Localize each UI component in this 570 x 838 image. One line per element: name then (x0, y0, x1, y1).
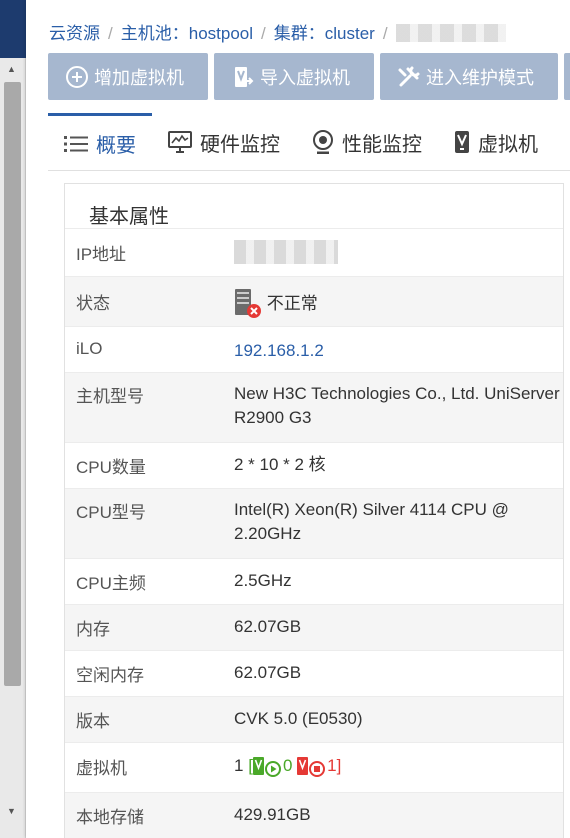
vm-running-icon[interactable] (252, 756, 283, 778)
row-local-storage: 本地存储 429.91GB (65, 792, 563, 838)
row-value: CVK 5.0 (E0530) (234, 709, 363, 728)
vm-stopped-count: 1 (327, 756, 337, 775)
redacted-ip-address (234, 240, 338, 264)
import-vm-label: 导入虚拟机 (260, 67, 350, 88)
add-vm-button[interactable]: 增加虚拟机 (48, 53, 208, 100)
basic-properties-panel: 基本属性 IP地址 状态 不正常 iLO 192.168.1.2 主机型号 Ne… (64, 183, 564, 838)
tab-bar: 概要 硬件监控 性能监控 虚拟机 (48, 113, 570, 171)
maintenance-mode-button[interactable]: 进入维护模式 (380, 53, 558, 100)
tab-hardware-monitor[interactable]: 硬件监控 (152, 113, 296, 171)
tab-summary-label: 概要 (96, 135, 136, 157)
scroll-up-arrow-icon[interactable]: ▲ (7, 64, 16, 74)
breadcrumb-separator: / (261, 24, 266, 43)
row-version: 版本 CVK 5.0 (E0530) (65, 696, 563, 742)
row-key: 版本 (76, 712, 110, 731)
monitor-chart-icon (168, 131, 192, 153)
breadcrumb: 云资源 / 主机池：hostpool / 集群：cluster / (49, 19, 506, 44)
tab-divider (48, 170, 570, 171)
plus-circle-icon (65, 65, 89, 89)
row-ip-address: IP地址 (65, 228, 563, 276)
row-cpu-frequency: CPU主频 2.5GHz (65, 558, 563, 604)
host-detail-page: 云资源 / 主机池：hostpool / 集群：cluster / 增加虚拟机 导入虚拟机… (26, 0, 570, 838)
tab-performance-monitor[interactable]: 性能监控 (296, 113, 438, 171)
row-virtual-machines: 虚拟机 1 [ 0 1] (65, 742, 563, 792)
row-value: 2.5GHz (234, 571, 292, 590)
row-status: 状态 不正常 (65, 276, 563, 326)
tab-virtual-machines[interactable]: 虚拟机 (438, 113, 554, 171)
vm-icon (454, 130, 470, 154)
wrench-icon (397, 65, 421, 89)
row-key: CPU型号 (76, 503, 146, 522)
row-key: IP地址 (76, 245, 127, 264)
tab-virtual-machines-label: 虚拟机 (478, 133, 538, 156)
breadcrumb-separator: / (382, 24, 388, 43)
row-value: 不正常 (234, 289, 563, 326)
tab-hardware-monitor-label: 硬件监控 (200, 133, 280, 156)
scrollbar-thumb[interactable] (4, 82, 21, 686)
more-actions-button[interactable] (564, 53, 570, 100)
breadcrumb-separator: / (108, 24, 113, 43)
add-vm-label: 增加虚拟机 (94, 67, 184, 88)
row-value: 62.07GB (234, 617, 302, 636)
webcam-icon (312, 130, 334, 154)
left-scrollbar[interactable]: ▲ ▼ (0, 58, 26, 838)
panel-title: 基本属性 (89, 206, 169, 228)
row-memory: 内存 62.07GB (65, 604, 563, 650)
vm-running-count: 0 (282, 756, 293, 775)
row-cpu-count: CPU数量 2 * 10 * 2 核 (65, 442, 563, 488)
vm-total-count: 1 (234, 756, 244, 775)
row-key: 空闲内存 (76, 666, 144, 685)
row-key: iLO (76, 339, 103, 358)
breadcrumb-host-pool[interactable]: 主机池：hostpool (121, 24, 253, 43)
row-value: New H3C Technologies Co., Ltd. UniServer… (234, 384, 560, 427)
server-error-icon (234, 289, 262, 319)
import-vm-icon (231, 65, 255, 89)
ilo-link[interactable]: 192.168.1.2 (234, 341, 324, 360)
toolbar: 增加虚拟机 导入虚拟机 进入维护模式 (48, 53, 570, 101)
import-vm-button[interactable]: 导入虚拟机 (214, 53, 374, 100)
row-key: 虚拟机 (76, 759, 127, 778)
row-value: 2 * 10 * 2 核 (234, 455, 326, 474)
vm-stopped-icon[interactable] (297, 756, 327, 778)
row-key: 主机型号 (76, 387, 144, 406)
row-cpu-model: CPU型号 Intel(R) Xeon(R) Silver 4114 CPU @… (65, 488, 563, 558)
row-value (234, 240, 563, 276)
row-free-memory: 空闲内存 62.07GB (65, 650, 563, 696)
breadcrumb-cluster[interactable]: 集群：cluster (274, 24, 375, 43)
scroll-down-arrow-icon[interactable]: ▼ (7, 806, 16, 816)
row-key: 内存 (76, 620, 110, 639)
row-key: CPU主频 (76, 574, 146, 593)
row-value: 192.168.1.2 (234, 339, 563, 372)
tab-summary[interactable]: 概要 (48, 113, 152, 171)
row-value: Intel(R) Xeon(R) Silver 4114 CPU @ 2.20G… (234, 500, 509, 543)
row-ilo: iLO 192.168.1.2 (65, 326, 563, 372)
status-text: 不正常 (266, 294, 318, 313)
row-key: 状态 (76, 294, 110, 313)
row-value: 429.91GB (234, 805, 311, 824)
row-key: 本地存储 (76, 808, 144, 827)
bracket-close: ] (336, 756, 342, 775)
maintenance-mode-label: 进入维护模式 (426, 67, 534, 88)
row-host-model: 主机型号 New H3C Technologies Co., Ltd. UniS… (65, 372, 563, 442)
row-key: CPU数量 (76, 458, 146, 477)
list-icon (64, 134, 88, 154)
breadcrumb-cloud-resources[interactable]: 云资源 (49, 24, 100, 43)
row-value: 1 [ 0 1] (234, 754, 563, 792)
redacted-host-name (395, 24, 506, 42)
tab-performance-monitor-label: 性能监控 (342, 133, 422, 156)
row-value: 62.07GB (234, 663, 302, 682)
